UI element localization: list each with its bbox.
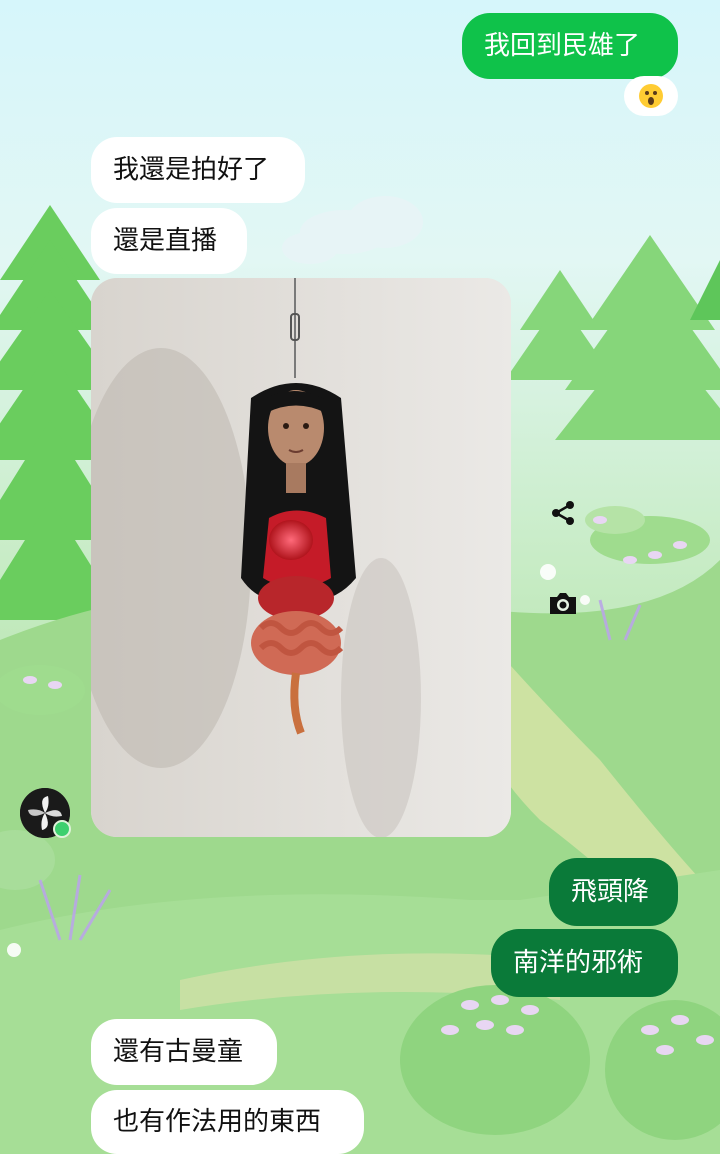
incoming-photo-message[interactable] [91,278,511,837]
surprised-face-emoji-icon [639,84,663,108]
message-text: 還是直播 [113,226,218,256]
message-text: 我回到民雄了 [484,31,641,61]
incoming-message-bubble[interactable]: 我還是拍好了 [91,137,305,203]
incoming-message-bubble[interactable]: 也有作法用的東西 [91,1090,364,1154]
message-text: 也有作法用的東西 [113,1107,322,1137]
message-text: 還有古曼童 [113,1037,244,1067]
camera-icon [550,593,576,614]
share-button[interactable] [543,493,583,533]
message-text: 南洋的邪術 [513,948,644,978]
incoming-message-bubble[interactable]: 還有古曼童 [91,1019,277,1085]
save-photo-button[interactable] [543,583,583,623]
outgoing-message-bubble[interactable]: 飛頭降 [549,858,678,926]
outgoing-message-bubble[interactable]: 南洋的邪術 [491,929,678,997]
photo-hanging-head-sculpture [91,278,511,837]
online-status-dot [53,820,71,838]
outgoing-message-bubble[interactable]: 我回到民雄了 [462,13,678,79]
message-text: 飛頭降 [571,877,650,907]
share-icon [552,501,574,525]
incoming-message-bubble[interactable]: 還是直播 [91,208,247,274]
message-text: 我還是拍好了 [113,155,270,185]
message-reaction[interactable] [624,76,678,116]
